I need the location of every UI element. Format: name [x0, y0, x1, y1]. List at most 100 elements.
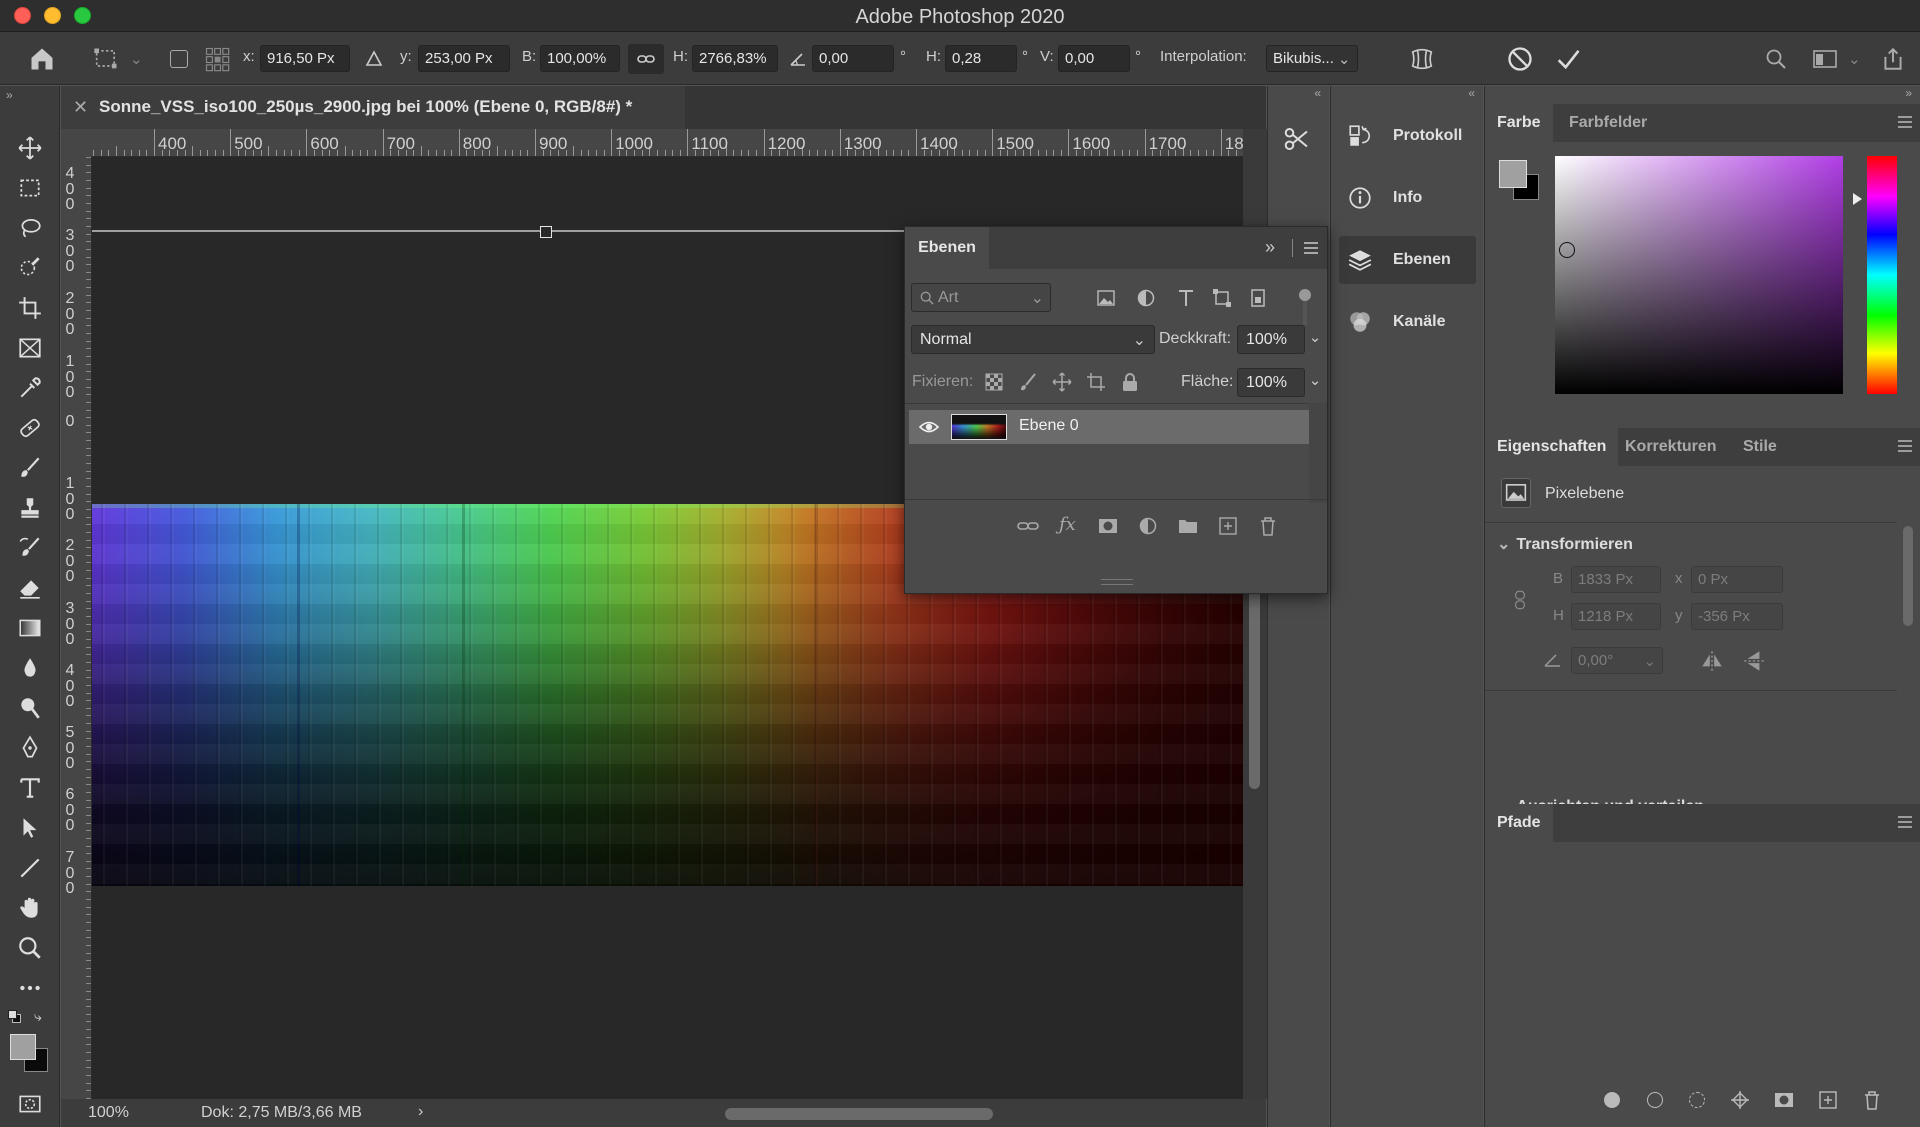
layer-filter-select[interactable]: Art ⌄ [911, 283, 1051, 312]
tab-color[interactable]: Farbe [1485, 104, 1553, 142]
cancel-transform-icon[interactable] [1506, 32, 1534, 85]
horizontal-skew-field[interactable]: 0,28 [945, 45, 1017, 72]
add-mask-icon[interactable] [1097, 515, 1119, 537]
line-tool-icon[interactable] [14, 852, 46, 884]
default-colors-icon[interactable] [8, 1010, 22, 1024]
warp-mode-icon[interactable] [1408, 32, 1436, 85]
move-tool-icon[interactable] [14, 132, 46, 164]
rotate-angle-field[interactable]: 0,00 [812, 45, 894, 72]
transform-tool-icon[interactable] [92, 32, 120, 85]
type-tool-icon[interactable] [14, 772, 46, 804]
search-icon[interactable] [1764, 32, 1788, 85]
panel-menu-icon[interactable] [1897, 438, 1913, 454]
properties-scrollbar[interactable] [1903, 526, 1913, 626]
swap-colors-icon[interactable]: ⤷ [34, 1008, 42, 1025]
adjustment-layer-icon[interactable] [1137, 515, 1159, 537]
fill-field[interactable]: 100% [1237, 368, 1305, 397]
transform-section-header[interactable]: ⌄ Transformieren [1497, 534, 1633, 554]
path-to-selection-icon[interactable] [1689, 1092, 1705, 1108]
opacity-chevron-icon[interactable]: ⌄ [1305, 325, 1325, 354]
prop-height-field[interactable]: 1218 Px [1571, 603, 1661, 630]
layer-style-fx-icon[interactable]: ƒx [1059, 514, 1076, 535]
lock-position-icon[interactable] [1051, 371, 1073, 393]
history-brush-tool-icon[interactable] [14, 532, 46, 564]
tab-layers[interactable]: Ebenen [905, 227, 989, 269]
panel-menu-icon[interactable] [1897, 814, 1913, 830]
pen-tool-icon[interactable] [14, 732, 46, 764]
tab-paths[interactable]: Pfade [1485, 804, 1553, 842]
lock-all-icon[interactable] [1119, 371, 1141, 393]
blend-mode-select[interactable]: Normal ⌄ [911, 325, 1155, 354]
y-position-field[interactable]: 253,00 Px [418, 45, 510, 72]
dodge-tool-icon[interactable] [14, 692, 46, 724]
tab-styles[interactable]: Stile [1731, 428, 1789, 466]
quick-mask-icon[interactable] [14, 1088, 46, 1120]
clone-stamp-tool-icon[interactable] [14, 492, 46, 524]
crop-tool-icon[interactable] [14, 292, 46, 324]
eyedropper-tool-icon[interactable] [14, 372, 46, 404]
foreground-color-swatch[interactable] [10, 1034, 36, 1060]
lock-transparency-icon[interactable] [983, 371, 1005, 393]
interpolation-select[interactable]: Bikubis... ⌄ [1266, 45, 1358, 72]
delta-icon[interactable] [364, 32, 384, 85]
color-swatches[interactable] [10, 1034, 50, 1074]
prop-width-field[interactable]: 1833 Px [1571, 566, 1661, 593]
group-folder-icon[interactable] [1177, 515, 1199, 537]
panel-resize-grip[interactable] [1101, 579, 1133, 585]
collapse-right-icon[interactable]: » [1905, 86, 1912, 100]
link-aspect-icon[interactable] [628, 44, 664, 74]
color-picker-handle[interactable] [1559, 242, 1575, 258]
panel-menu-icon[interactable] [1303, 241, 1319, 255]
workspace-chevron-icon[interactable]: ⌄ [1848, 32, 1861, 85]
link-dimensions-icon[interactable] [1513, 588, 1527, 616]
expand-toolbar-icon[interactable]: » [6, 88, 13, 102]
frame-tool-icon[interactable] [14, 332, 46, 364]
horizontal-ruler[interactable]: 400 500 600 700 800 900 1000 1100 1200 1300 1400 15… [92, 129, 1243, 157]
add-mask-icon[interactable] [1773, 1089, 1795, 1111]
home-icon[interactable] [28, 32, 56, 85]
tool-preset-chevron-icon[interactable]: ⌄ [130, 32, 143, 85]
quick-selection-tool-icon[interactable] [14, 252, 46, 284]
more-tools-icon[interactable] [14, 972, 46, 1004]
ruler-origin[interactable] [61, 129, 92, 157]
layer-row[interactable]: Ebene 0 [909, 410, 1309, 444]
prop-x-field[interactable]: 0 Px [1691, 566, 1783, 593]
prop-y-field[interactable]: -356 Px [1691, 603, 1783, 630]
path-selection-tool-icon[interactable] [14, 812, 46, 844]
filter-smart-object-icon[interactable] [1247, 287, 1269, 309]
horizontal-scrollbar-thumb[interactable] [725, 1108, 993, 1120]
collapse-panel-icon[interactable]: « [1314, 86, 1321, 100]
filter-pixel-icon[interactable] [1095, 287, 1117, 309]
hue-slider-arrow-icon[interactable] [1853, 193, 1862, 205]
new-layer-icon[interactable] [1217, 515, 1239, 537]
panel-menu-icon[interactable] [1897, 114, 1913, 130]
brush-tool-icon[interactable] [14, 452, 46, 484]
vertical-skew-field[interactable]: 0,00 [1058, 45, 1130, 72]
height-percent-field[interactable]: 2766,83% [692, 45, 778, 72]
filter-shape-icon[interactable] [1211, 287, 1233, 309]
selection-to-path-icon[interactable] [1729, 1089, 1751, 1111]
layers-panel-button[interactable]: Ebenen [1339, 236, 1476, 284]
close-icon[interactable]: ✕ [73, 97, 88, 118]
filter-adjustment-icon[interactable] [1135, 287, 1157, 309]
fill-chevron-icon[interactable]: ⌄ [1305, 368, 1325, 397]
lasso-tool-icon[interactable] [14, 212, 46, 244]
visibility-eye-icon[interactable] [919, 418, 939, 436]
lock-pixels-icon[interactable] [1017, 371, 1039, 393]
zoom-level[interactable]: 100% [88, 1104, 129, 1122]
opacity-field[interactable]: 100% [1237, 325, 1305, 354]
saturation-brightness-field[interactable] [1555, 156, 1843, 394]
flip-vertical-icon[interactable] [1741, 648, 1767, 678]
healing-brush-tool-icon[interactable] [14, 412, 46, 444]
reference-point-checkbox[interactable] [170, 32, 188, 85]
document-tab[interactable]: ✕ Sonne_VSS_iso100_250µs_2900.jpg bei 10… [61, 86, 685, 129]
collapse-panel-icon[interactable]: » [1265, 237, 1275, 258]
marquee-tool-icon[interactable] [14, 172, 46, 204]
hand-tool-icon[interactable] [14, 892, 46, 924]
hue-slider[interactable] [1867, 156, 1897, 394]
fill-path-icon[interactable] [1604, 1092, 1620, 1108]
tab-swatches[interactable]: Farbfelder [1557, 104, 1659, 142]
channels-panel-button[interactable]: Kanäle [1339, 298, 1476, 346]
prop-angle-field[interactable]: 0,00° ⌄ [1571, 647, 1663, 674]
tab-adjustments[interactable]: Korrekturen [1613, 428, 1729, 466]
